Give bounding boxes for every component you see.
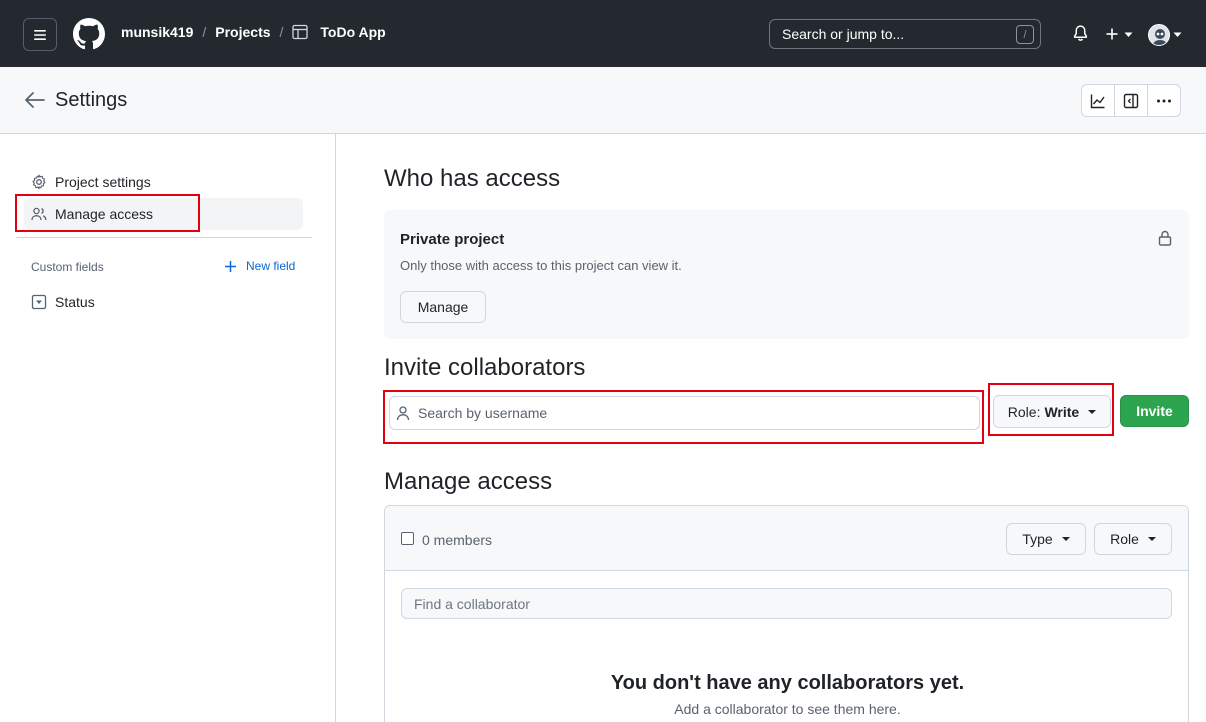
type-filter-label: Type — [1022, 531, 1053, 547]
avatar-chevron-down-icon[interactable] — [1173, 32, 1182, 38]
project-table-icon — [292, 24, 309, 40]
role-value: Write — [1044, 403, 1080, 420]
breadcrumb-separator: / — [202, 24, 207, 40]
breadcrumb: munsik419 / Projects / ToDo App — [121, 24, 386, 40]
sidebar-divider — [16, 237, 312, 238]
person-icon — [396, 405, 410, 421]
invite-button[interactable]: Invite — [1120, 395, 1189, 427]
find-collaborator-input[interactable]: Find a collaborator — [401, 588, 1172, 619]
visibility-description: Only those with access to this project c… — [400, 258, 682, 273]
page-title: Settings — [55, 89, 128, 111]
invite-collaborators-heading: Invite collaborators — [384, 354, 586, 381]
settings-sidebar: Project settings Manage access Custom fi… — [0, 134, 336, 722]
breadcrumb-projects[interactable]: Projects — [215, 24, 270, 40]
menu-icon — [34, 29, 46, 40]
chevron-down-icon[interactable] — [1124, 32, 1133, 38]
menu-button[interactable] — [23, 18, 57, 51]
github-logo[interactable] — [73, 18, 105, 50]
manage-access-heading: Manage access — [384, 468, 553, 495]
sidebar-item-manage-access[interactable]: Manage access — [24, 198, 303, 230]
breadcrumb-project-name[interactable]: ToDo App — [320, 24, 385, 40]
username-search-placeholder: Search by username — [418, 405, 548, 421]
people-icon — [31, 206, 47, 222]
sidebar-field-status[interactable]: Status — [24, 286, 303, 318]
empty-state-title: You don't have any collaborators yet. — [610, 672, 965, 694]
caret-down-icon — [1147, 537, 1156, 541]
global-search-input[interactable]: Search or jump to... / — [769, 19, 1041, 49]
gear-icon — [31, 174, 47, 190]
select-all-checkbox[interactable] — [401, 532, 414, 545]
sidebar-icon — [1123, 93, 1139, 108]
visibility-panel: Private project Only those with access t… — [384, 210, 1189, 339]
members-count: 0 members — [422, 532, 493, 548]
global-search-placeholder: Search or jump to... — [782, 26, 905, 42]
top-navigation-bar: munsik419 / Projects / ToDo App Search o… — [0, 0, 1206, 67]
type-filter-button[interactable]: Type — [1006, 523, 1086, 555]
avatar[interactable] — [1148, 24, 1170, 46]
role-prefix: Role: — [1007, 403, 1041, 420]
caret-down-icon — [1088, 409, 1097, 414]
role-select-button[interactable]: Role: Write — [993, 395, 1111, 428]
breadcrumb-separator: / — [279, 24, 284, 40]
kebab-icon — [1157, 99, 1171, 102]
breadcrumb-owner[interactable]: munsik419 — [121, 24, 193, 40]
single-select-icon — [31, 294, 47, 310]
role-filter-label: Role — [1110, 531, 1139, 547]
bell-icon[interactable] — [1072, 24, 1089, 42]
custom-fields-heading: Custom fields — [31, 260, 104, 274]
plus-icon[interactable] — [1105, 26, 1119, 42]
caret-down-icon — [1061, 537, 1070, 541]
sidebar-item-label: Manage access — [55, 206, 154, 222]
arrow-left-icon[interactable] — [24, 91, 45, 109]
sidebar-item-project-settings[interactable]: Project settings — [24, 166, 303, 198]
sidebar-field-label: Status — [55, 294, 95, 310]
manage-visibility-button[interactable]: Manage — [400, 291, 486, 323]
settings-header: Settings — [0, 67, 1206, 134]
view-options-button-group — [1081, 84, 1181, 117]
sidebar-item-label: Project settings — [55, 174, 151, 190]
who-has-access-heading: Who has access — [384, 165, 561, 192]
username-search-input[interactable]: Search by username — [389, 396, 980, 430]
collaborators-panel: 0 members Type Role Find a collaborator … — [384, 505, 1189, 722]
role-filter-button[interactable]: Role — [1094, 523, 1172, 555]
empty-state-description: Add a collaborator to see them here. — [674, 701, 901, 717]
visibility-title: Private project — [400, 231, 505, 248]
collaborators-panel-header: 0 members Type Role — [385, 506, 1188, 571]
find-collaborator-placeholder: Find a collaborator — [414, 595, 530, 612]
side-panel-button[interactable] — [1115, 85, 1148, 116]
new-field-label: New field — [246, 259, 296, 273]
new-field-button[interactable]: New field — [224, 259, 295, 273]
more-options-button[interactable] — [1148, 85, 1180, 116]
insights-button[interactable] — [1082, 85, 1115, 116]
plus-icon — [224, 260, 237, 273]
lock-icon — [1158, 230, 1172, 246]
graph-icon — [1090, 94, 1105, 108]
search-shortcut-key: / — [1016, 25, 1034, 44]
